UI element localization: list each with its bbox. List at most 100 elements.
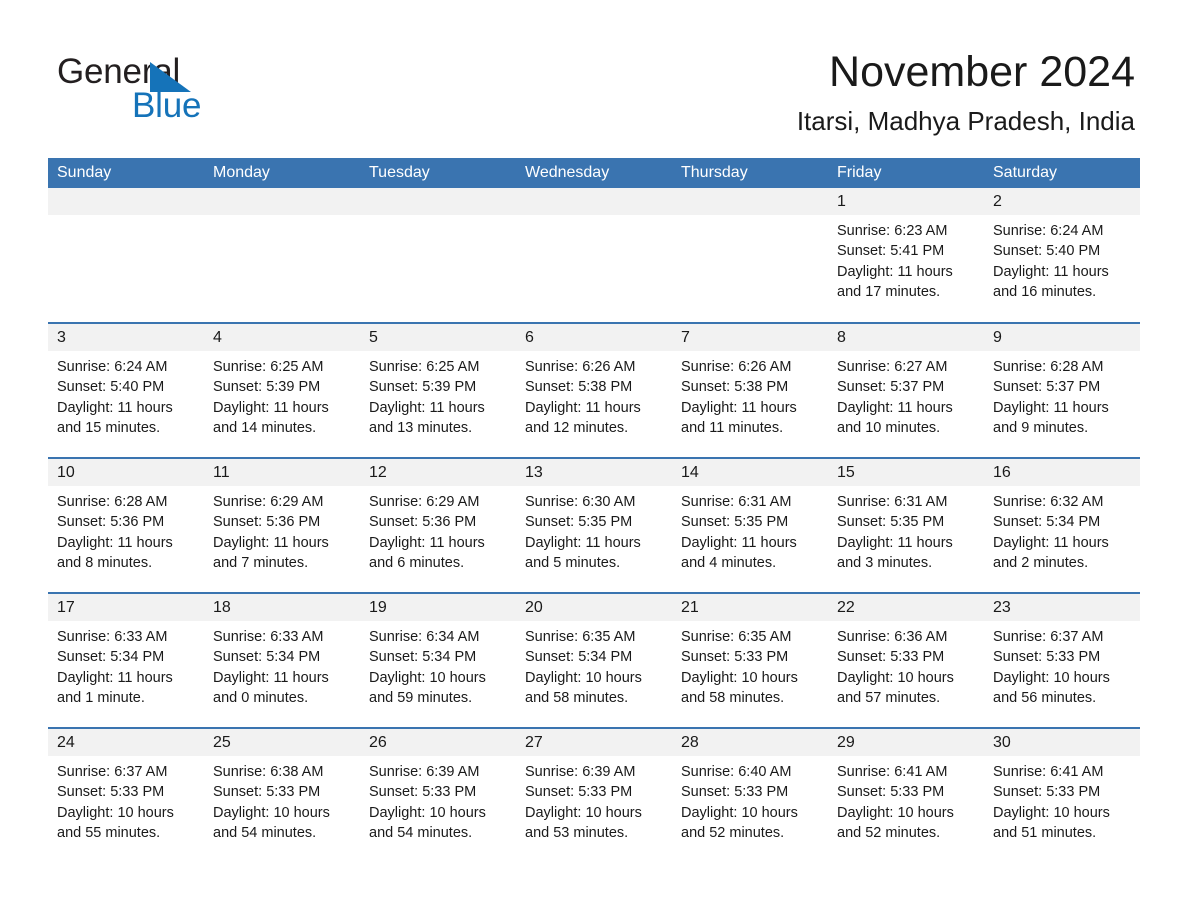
calendar-header: Sunday Monday Tuesday Wednesday Thursday…	[48, 158, 1140, 188]
day-cell-details: Sunrise: 6:25 AM Sunset: 5:39 PM Daylight:…	[360, 351, 516, 438]
sunrise-text: Sunrise: 6:28 AM	[993, 359, 1104, 375]
daylight-text-line2: and 13 minutes.	[369, 419, 473, 436]
day-cell-inner: 3 Sunrise: 6:24 AM Sunset: 5:40 PM Daylight…	[48, 324, 204, 457]
sunrise-text: Sunrise: 6:30 AM	[525, 494, 636, 510]
calendar-day-cell[interactable]: 2 Sunrise: 6:24 AM Sunset: 5:40 PM Daylight…	[984, 188, 1140, 323]
day-number: 17	[48, 594, 204, 621]
daylight-text-line2: and 10 minutes.	[837, 419, 941, 436]
calendar-day-cell[interactable]: 27 Sunrise: 6:39 AM Sunset: 5:33 PM Dayligh…	[516, 727, 672, 863]
day-number: 25	[204, 729, 360, 756]
calendar-week-row: 17 Sunrise: 6:33 AM Sunset: 5:34 PM Dayligh…	[48, 592, 1140, 728]
daylight-text-line2: and 16 minutes.	[993, 283, 1097, 300]
calendar-day-cell[interactable]: 6 Sunrise: 6:26 AM Sunset: 5:38 PM Daylight…	[516, 322, 672, 458]
sunrise-text: Sunrise: 6:32 AM	[993, 494, 1104, 510]
day-cell-inner: 23 Sunrise: 6:37 AM Sunset: 5:33 PM Dayligh…	[984, 594, 1140, 727]
calendar-day-cell[interactable]: 22 Sunrise: 6:36 AM Sunset: 5:33 PM Dayligh…	[828, 592, 984, 728]
daylight-text-line1: Daylight: 10 hours	[369, 804, 486, 821]
calendar-table: Sunday Monday Tuesday Wednesday Thursday…	[48, 158, 1140, 863]
calendar-day-cell[interactable]: 24 Sunrise: 6:37 AM Sunset: 5:33 PM Dayligh…	[48, 727, 204, 863]
weekday-header-saturday: Saturday	[984, 158, 1140, 188]
day-number: 27	[516, 729, 672, 756]
calendar-day-cell[interactable]: 29 Sunrise: 6:41 AM Sunset: 5:33 PM Dayligh…	[828, 727, 984, 863]
daylight-text-line2: and 52 minutes.	[681, 824, 785, 841]
day-cell-details: Sunrise: 6:25 AM Sunset: 5:39 PM Daylight:…	[204, 351, 360, 438]
calendar-day-cell[interactable]: 15 Sunrise: 6:31 AM Sunset: 5:35 PM Dayligh…	[828, 457, 984, 593]
daylight-text-line2: and 1 minute.	[57, 689, 145, 706]
sunrise-text: Sunrise: 6:33 AM	[57, 629, 168, 645]
calendar-day-cell[interactable]: 9 Sunrise: 6:28 AM Sunset: 5:37 PM Daylight…	[984, 322, 1140, 458]
sunset-text: Sunset: 5:33 PM	[681, 784, 789, 801]
daylight-text-line1: Daylight: 11 hours	[369, 399, 485, 416]
day-number: 4	[204, 324, 360, 351]
calendar-day-cell[interactable]: 28 Sunrise: 6:40 AM Sunset: 5:33 PM Dayligh…	[672, 727, 828, 863]
day-cell-details: Sunrise: 6:28 AM Sunset: 5:37 PM Daylight:…	[984, 351, 1140, 438]
sunrise-text: Sunrise: 6:31 AM	[681, 494, 792, 510]
daylight-text-line2: and 58 minutes.	[681, 689, 785, 706]
calendar-day-cell[interactable]: 20 Sunrise: 6:35 AM Sunset: 5:34 PM Dayligh…	[516, 592, 672, 728]
calendar-day-cell[interactable]: 14 Sunrise: 6:31 AM Sunset: 5:35 PM Dayligh…	[672, 457, 828, 593]
calendar-day-cell[interactable]: 19 Sunrise: 6:34 AM Sunset: 5:34 PM Dayligh…	[360, 592, 516, 728]
day-cell-details	[672, 215, 828, 221]
day-cell-inner: 20 Sunrise: 6:35 AM Sunset: 5:34 PM Dayligh…	[516, 594, 672, 727]
day-cell-inner: 30 Sunrise: 6:41 AM Sunset: 5:33 PM Dayligh…	[984, 729, 1140, 863]
calendar-day-cell[interactable]: 12 Sunrise: 6:29 AM Sunset: 5:36 PM Dayligh…	[360, 457, 516, 593]
day-cell-details: Sunrise: 6:37 AM Sunset: 5:33 PM Daylight:…	[48, 756, 204, 843]
calendar-day-cell[interactable]: 3 Sunrise: 6:24 AM Sunset: 5:40 PM Daylight…	[48, 322, 204, 458]
calendar-cell-empty	[360, 188, 516, 323]
daylight-text-line1: Daylight: 10 hours	[681, 804, 798, 821]
calendar-day-cell[interactable]: 8 Sunrise: 6:27 AM Sunset: 5:37 PM Daylight…	[828, 322, 984, 458]
daylight-text-line1: Daylight: 10 hours	[837, 669, 954, 686]
daylight-text-line1: Daylight: 10 hours	[837, 804, 954, 821]
daylight-text-line2: and 55 minutes.	[57, 824, 161, 841]
sunrise-text: Sunrise: 6:23 AM	[837, 223, 948, 239]
day-number: 12	[360, 459, 516, 486]
day-cell-details: Sunrise: 6:30 AM Sunset: 5:35 PM Daylight:…	[516, 486, 672, 573]
calendar-day-cell[interactable]: 7 Sunrise: 6:26 AM Sunset: 5:38 PM Daylight…	[672, 322, 828, 458]
calendar-cell-empty	[672, 188, 828, 323]
day-cell-details: Sunrise: 6:31 AM Sunset: 5:35 PM Daylight:…	[828, 486, 984, 573]
calendar-day-cell[interactable]: 5 Sunrise: 6:25 AM Sunset: 5:39 PM Daylight…	[360, 322, 516, 458]
sunset-text: Sunset: 5:33 PM	[213, 784, 321, 801]
calendar-day-cell[interactable]: 10 Sunrise: 6:28 AM Sunset: 5:36 PM Dayligh…	[48, 457, 204, 593]
day-cell-inner: 19 Sunrise: 6:34 AM Sunset: 5:34 PM Dayligh…	[360, 594, 516, 727]
calendar-day-cell[interactable]: 23 Sunrise: 6:37 AM Sunset: 5:33 PM Dayligh…	[984, 592, 1140, 728]
calendar-day-cell[interactable]: 21 Sunrise: 6:35 AM Sunset: 5:33 PM Dayligh…	[672, 592, 828, 728]
calendar-day-cell[interactable]: 17 Sunrise: 6:33 AM Sunset: 5:34 PM Dayligh…	[48, 592, 204, 728]
daylight-text-line1: Daylight: 11 hours	[213, 399, 329, 416]
day-number: 15	[828, 459, 984, 486]
daylight-text-line2: and 6 minutes.	[369, 554, 465, 571]
day-cell-details: Sunrise: 6:40 AM Sunset: 5:33 PM Daylight:…	[672, 756, 828, 843]
calendar-day-cell[interactable]: 16 Sunrise: 6:32 AM Sunset: 5:34 PM Dayligh…	[984, 457, 1140, 593]
daylight-text-line2: and 58 minutes.	[525, 689, 629, 706]
day-number: 14	[672, 459, 828, 486]
day-cell-inner: 8 Sunrise: 6:27 AM Sunset: 5:37 PM Daylight…	[828, 324, 984, 457]
day-cell-inner	[360, 188, 516, 322]
sunset-text: Sunset: 5:38 PM	[681, 379, 789, 396]
calendar-day-cell[interactable]: 26 Sunrise: 6:39 AM Sunset: 5:33 PM Dayligh…	[360, 727, 516, 863]
day-cell-inner: 7 Sunrise: 6:26 AM Sunset: 5:38 PM Daylight…	[672, 324, 828, 457]
sunset-text: Sunset: 5:33 PM	[837, 649, 945, 666]
calendar-day-cell[interactable]: 25 Sunrise: 6:38 AM Sunset: 5:33 PM Dayligh…	[204, 727, 360, 863]
calendar-day-cell[interactable]: 13 Sunrise: 6:30 AM Sunset: 5:35 PM Dayligh…	[516, 457, 672, 593]
day-cell-inner: 4 Sunrise: 6:25 AM Sunset: 5:39 PM Daylight…	[204, 324, 360, 457]
day-cell-details: Sunrise: 6:35 AM Sunset: 5:33 PM Daylight:…	[672, 621, 828, 708]
weekday-header-friday: Friday	[828, 158, 984, 188]
sunrise-text: Sunrise: 6:26 AM	[681, 359, 792, 375]
daylight-text-line1: Daylight: 11 hours	[837, 534, 953, 551]
sunrise-text: Sunrise: 6:34 AM	[369, 629, 480, 645]
daylight-text-line2: and 0 minutes.	[213, 689, 309, 706]
daylight-text-line2: and 11 minutes.	[681, 419, 784, 436]
daylight-text-line1: Daylight: 11 hours	[213, 669, 329, 686]
daylight-text-line2: and 53 minutes.	[525, 824, 629, 841]
calendar-day-cell[interactable]: 18 Sunrise: 6:33 AM Sunset: 5:34 PM Dayligh…	[204, 592, 360, 728]
calendar-day-cell[interactable]: 30 Sunrise: 6:41 AM Sunset: 5:33 PM Dayligh…	[984, 727, 1140, 863]
day-cell-details	[204, 215, 360, 221]
day-cell-details: Sunrise: 6:38 AM Sunset: 5:33 PM Daylight:…	[204, 756, 360, 843]
day-number: 29	[828, 729, 984, 756]
calendar-day-cell[interactable]: 4 Sunrise: 6:25 AM Sunset: 5:39 PM Daylight…	[204, 322, 360, 458]
daylight-text-line1: Daylight: 11 hours	[525, 399, 641, 416]
calendar-day-cell[interactable]: 11 Sunrise: 6:29 AM Sunset: 5:36 PM Dayligh…	[204, 457, 360, 593]
daylight-text-line2: and 4 minutes.	[681, 554, 777, 571]
daylight-text-line1: Daylight: 11 hours	[57, 534, 173, 551]
calendar-day-cell[interactable]: 1 Sunrise: 6:23 AM Sunset: 5:41 PM Daylight…	[828, 188, 984, 323]
